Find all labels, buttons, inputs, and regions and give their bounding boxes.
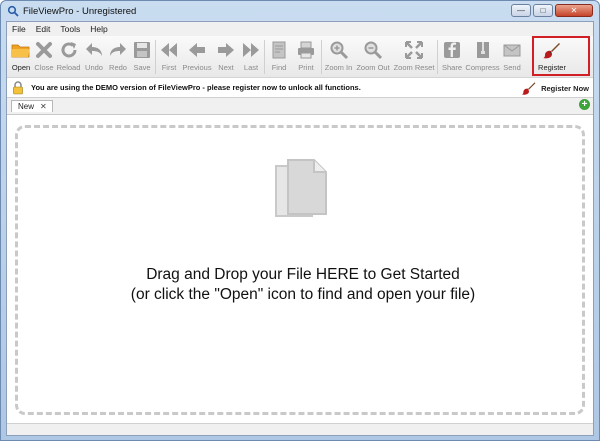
next-button[interactable]: Next xyxy=(213,36,239,78)
lock-icon xyxy=(11,80,25,95)
next-label: Next xyxy=(218,63,234,72)
app-window: FileViewPro - Unregistered — □ ✕ File Ed… xyxy=(0,0,600,441)
first-button[interactable]: First xyxy=(157,36,181,78)
add-tab-button[interactable]: + xyxy=(579,99,590,110)
undo-label: Undo xyxy=(85,63,103,72)
first-icon xyxy=(158,39,180,61)
toolbar-separator xyxy=(321,40,322,74)
zoom-reset-button[interactable]: Zoom Reset xyxy=(392,36,436,78)
minimize-button[interactable]: — xyxy=(511,4,531,17)
folder-open-icon xyxy=(10,39,32,61)
register-now-brush-icon xyxy=(521,82,536,95)
close-label: Close xyxy=(34,63,54,72)
send-icon xyxy=(501,39,523,61)
save-button[interactable]: Save xyxy=(130,36,154,78)
redo-label: Redo xyxy=(109,63,127,72)
save-label: Save xyxy=(133,63,151,72)
previous-icon xyxy=(186,39,208,61)
register-highlight-box xyxy=(532,36,590,76)
compress-label: Compress xyxy=(465,63,500,72)
tab-bar: New ✕ + xyxy=(7,98,593,112)
register-now-label: Register Now xyxy=(541,83,589,93)
open-label: Open xyxy=(11,63,31,72)
zoom-reset-icon xyxy=(403,39,425,61)
menu-help[interactable]: Help xyxy=(90,24,107,34)
reload-label: Reload xyxy=(56,63,81,72)
redo-button[interactable]: Redo xyxy=(106,36,130,78)
demo-message: You are using the DEMO version of FileVi… xyxy=(31,83,361,92)
toolbar: Open Close Reload Undo Redo Save First P… xyxy=(7,36,593,78)
zoom-in-icon xyxy=(328,39,350,61)
last-button[interactable]: Last xyxy=(239,36,263,78)
last-icon xyxy=(240,39,262,61)
reload-button[interactable]: Reload xyxy=(55,36,82,78)
previous-label: Previous xyxy=(182,63,212,72)
find-label: Find xyxy=(271,63,287,72)
zoom-reset-label: Zoom Reset xyxy=(393,63,435,72)
previous-button[interactable]: Previous xyxy=(181,36,213,78)
demo-banner: You are using the DEMO version of FileVi… xyxy=(7,78,593,98)
tab-new-label: New xyxy=(18,102,35,111)
reload-icon xyxy=(58,39,80,61)
first-label: First xyxy=(161,63,177,72)
print-button[interactable]: Print xyxy=(292,36,320,78)
zoom-in-button[interactable]: Zoom In xyxy=(323,36,354,78)
window-title: FileViewPro - Unregistered xyxy=(23,5,137,17)
toolbar-separator xyxy=(155,40,156,74)
find-icon xyxy=(268,39,290,61)
title-bar[interactable]: FileViewPro - Unregistered — □ ✕ xyxy=(1,1,599,21)
find-button[interactable]: Find xyxy=(266,36,292,78)
tab-close-icon[interactable]: ✕ xyxy=(40,102,47,111)
compress-icon xyxy=(472,39,494,61)
open-button[interactable]: Open xyxy=(9,36,33,78)
menu-file[interactable]: File xyxy=(12,24,26,34)
next-icon xyxy=(215,39,237,61)
close-x-icon xyxy=(33,39,55,61)
toolbar-separator xyxy=(437,40,438,74)
share-icon xyxy=(441,39,463,61)
drop-hint: (or click the "Open" icon to find and op… xyxy=(130,286,476,303)
share-button[interactable]: Share xyxy=(439,36,465,78)
close-window-button[interactable]: ✕ xyxy=(555,4,593,17)
close-button[interactable]: Close xyxy=(33,36,55,78)
menu-tools[interactable]: Tools xyxy=(60,24,80,34)
status-bar xyxy=(7,423,593,435)
documents-icon xyxy=(272,158,332,222)
undo-button[interactable]: Undo xyxy=(82,36,106,78)
print-icon xyxy=(295,39,317,61)
redo-icon xyxy=(107,39,129,61)
undo-icon xyxy=(83,39,105,61)
zoom-in-label: Zoom In xyxy=(324,63,353,72)
zoom-out-button[interactable]: Zoom Out xyxy=(354,36,392,78)
zoom-out-icon xyxy=(362,39,384,61)
save-icon xyxy=(131,39,153,61)
tab-new[interactable]: New ✕ xyxy=(11,100,53,112)
compress-button[interactable]: Compress xyxy=(465,36,500,78)
menu-edit[interactable]: Edit xyxy=(36,24,51,34)
document-area: Drag and Drop your File HERE to Get Star… xyxy=(7,114,593,424)
drop-zone[interactable]: Drag and Drop your File HERE to Get Star… xyxy=(15,125,585,415)
drop-instruction: Drag and Drop your File HERE to Get Star… xyxy=(146,266,460,283)
register-now-button[interactable]: Register Now xyxy=(521,80,589,96)
client-area: File Edit Tools Help Open Close Reload U… xyxy=(6,21,594,436)
maximize-button[interactable]: □ xyxy=(533,4,553,17)
last-label: Last xyxy=(243,63,259,72)
send-label: Send xyxy=(503,63,521,72)
zoom-out-label: Zoom Out xyxy=(356,63,390,72)
toolbar-separator xyxy=(264,40,265,74)
print-label: Print xyxy=(298,63,314,72)
menu-bar: File Edit Tools Help xyxy=(7,22,593,36)
share-label: Share xyxy=(441,63,462,72)
app-search-icon xyxy=(7,5,19,17)
send-button[interactable]: Send xyxy=(500,36,524,78)
